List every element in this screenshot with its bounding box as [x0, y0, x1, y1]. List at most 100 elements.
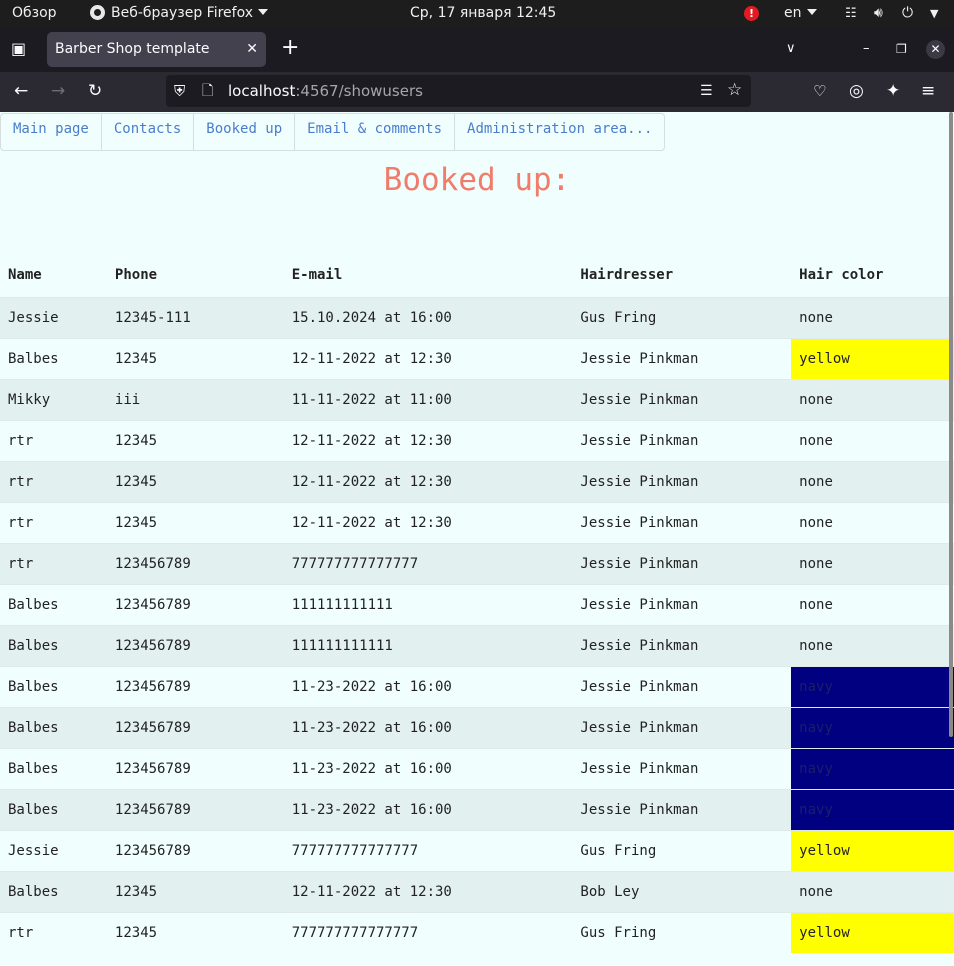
network-icon[interactable]: ☷ — [845, 0, 857, 27]
table-row: rtr 12345 12-11-2022 at 12:30 Jessie Pinkma… — [0, 420, 954, 462]
cell-hair-color: yellow — [791, 830, 954, 872]
reader-view-icon[interactable]: ☰ — [700, 81, 713, 101]
menu-contacts[interactable]: Contacts — [102, 114, 195, 150]
cell-name: Balbes — [0, 584, 107, 626]
table-row: Balbes 123456789 111111111111 Jessie Pinkma… — [0, 584, 954, 626]
cell-email: 11-23-2022 at 16:00 — [283, 666, 573, 708]
forward-icon[interactable]: → — [51, 81, 65, 101]
table-row: Balbes 12345 12-11-2022 at 12:30 Bob Ley non… — [0, 871, 954, 913]
app-name: Веб-браузер Firefox — [111, 5, 254, 21]
cell-hairdresser: Jessie Pinkman — [572, 461, 792, 503]
cell-hairdresser: Jessie Pinkman — [572, 789, 792, 831]
cell-hair-color: yellow — [791, 338, 954, 380]
cell-name: Balbes — [0, 707, 107, 749]
tab-close-icon[interactable]: ✕ — [246, 32, 258, 67]
cell-name: Jessie — [0, 297, 107, 339]
menu-main-page[interactable]: Main page — [1, 114, 102, 150]
header-name: Name — [8, 267, 42, 283]
table-row: rtr 12345 12-11-2022 at 12:30 Jessie Pinkma… — [0, 461, 954, 503]
cell-hairdresser: Jessie Pinkman — [572, 502, 792, 544]
table-row: Mikky iii 11-11-2022 at 11:00 Jessie Pinkma… — [0, 379, 954, 421]
cell-hairdresser: Jessie Pinkman — [572, 379, 792, 421]
cell-hairdresser: Bob Ley — [572, 871, 792, 913]
cell-email: 777777777777777 — [283, 912, 573, 953]
hamburger-menu-icon[interactable]: ≡ — [921, 81, 935, 101]
app-menu[interactable]: Веб-браузер Firefox — [90, 0, 269, 27]
cell-email: 15.10.2024 at 16:00 — [283, 297, 573, 339]
table-row: Balbes 123456789 111111111111 Jessie Pinkma… — [0, 625, 954, 667]
cell-phone: 12345 — [106, 338, 284, 380]
table-row: Balbes 123456789 11-23-2022 at 16:00 Jessie… — [0, 707, 954, 749]
volume-icon[interactable]: 🔊︎ — [874, 0, 883, 27]
cell-email: 11-23-2022 at 16:00 — [283, 789, 573, 831]
cell-email: 777777777777777 — [283, 543, 573, 585]
cell-name: rtr — [0, 543, 107, 585]
table-row: Balbes 123456789 11-23-2022 at 16:00 Jessie… — [0, 748, 954, 790]
extensions-icon[interactable]: ✦ — [886, 81, 900, 101]
url-text[interactable]: localhost:4567/showusers — [228, 75, 423, 107]
cell-phone: 123456789 — [106, 584, 284, 626]
back-icon[interactable]: ← — [14, 81, 28, 101]
cell-phone: 123456789 — [106, 707, 284, 749]
header-hairdresser: Hairdresser — [580, 267, 674, 283]
account-icon[interactable]: ◎ — [849, 81, 864, 101]
tab-active[interactable]: Barber Shop template ✕ — [47, 32, 266, 67]
page-content: Main page Contacts Booked up Email & com… — [0, 112, 954, 966]
cell-email: 12-11-2022 at 12:30 — [283, 871, 573, 913]
cell-phone: 12345-111 — [106, 297, 284, 339]
keyboard-layout-indicator[interactable]: en — [784, 0, 817, 27]
minimize-icon[interactable]: – — [863, 39, 870, 59]
cell-hair-color: none — [791, 461, 954, 503]
window-close-icon[interactable]: ✕ — [926, 40, 945, 59]
cell-email: 11-23-2022 at 16:00 — [283, 748, 573, 790]
cell-name: Balbes — [0, 338, 107, 380]
activities-button[interactable]: Обзор — [12, 0, 57, 27]
scrollbar[interactable] — [949, 112, 953, 737]
clock[interactable]: Ср, 17 января 12:45 — [410, 0, 556, 27]
cell-hairdresser: Jessie Pinkman — [572, 420, 792, 462]
table-row: rtr 12345 12-11-2022 at 12:30 Jessie Pinkma… — [0, 502, 954, 544]
cell-phone: iii — [106, 379, 284, 421]
cell-hairdresser: Gus Fring — [572, 912, 792, 953]
cell-hairdresser: Jessie Pinkman — [572, 584, 792, 626]
navigation-toolbar: ← → ↻ ⛨ 🗋 localhost:4567/showusers ☰ ☆ ♡… — [0, 72, 954, 112]
page-icon: 🗋 — [202, 83, 214, 99]
cell-name: Balbes — [0, 666, 107, 708]
menu-email-comments[interactable]: Email & comments — [295, 114, 456, 150]
header-hair-color: Hair color — [799, 267, 884, 283]
power-icon[interactable]: ⏻ — [902, 0, 913, 27]
cell-phone: 12345 — [106, 502, 284, 544]
cell-phone: 123456789 — [106, 830, 284, 872]
cell-name: Balbes — [0, 871, 107, 913]
keyboard-layout-label: en — [784, 5, 802, 21]
tab-bar: ▣ Barber Shop template ✕ + ∨ – ❐ — [0, 27, 954, 72]
chevron-down-icon — [258, 9, 269, 15]
firefox-view-icon[interactable]: ▣ — [11, 39, 26, 59]
menu-booked-up[interactable]: Booked up — [194, 114, 296, 150]
header-email: E-mail — [291, 267, 343, 283]
header-phone: Phone — [114, 267, 158, 283]
pocket-icon[interactable]: ♡ — [813, 81, 826, 101]
cell-phone: 123456789 — [106, 666, 284, 708]
chevron-down-icon[interactable]: ▼ — [930, 0, 938, 27]
cell-email: 11-23-2022 at 16:00 — [283, 707, 573, 749]
cell-name: rtr — [0, 912, 107, 953]
shield-icon[interactable]: ⛨ — [174, 81, 185, 101]
cell-hair-color: yellow — [791, 912, 954, 953]
table-row: Jessie 12345-111 15.10.2024 at 16:00 Gus Fr… — [0, 297, 954, 339]
list-tabs-chevron-icon[interactable]: ∨ — [786, 39, 796, 59]
reload-icon[interactable]: ↻ — [88, 81, 102, 101]
new-tab-icon[interactable]: + — [281, 37, 299, 59]
bookmark-star-icon[interactable]: ☆ — [727, 80, 742, 100]
notification-alert-icon[interactable]: ! — [744, 6, 759, 21]
cell-email: 11-11-2022 at 11:00 — [283, 379, 573, 421]
cell-hair-color: none — [791, 584, 954, 626]
table-header-row: Name Phone E-mail Hairdresser Hair color — [0, 253, 954, 298]
cell-name: rtr — [0, 461, 107, 503]
url-bar[interactable]: ⛨ 🗋 localhost:4567/showusers ☰ ☆ — [166, 75, 751, 107]
maximize-icon[interactable]: ❐ — [896, 39, 907, 59]
cell-hairdresser: Jessie Pinkman — [572, 625, 792, 667]
menu-administration[interactable]: Administration area... — [455, 114, 664, 150]
cell-email: 111111111111 — [283, 625, 573, 667]
cell-hair-color: none — [791, 871, 954, 913]
